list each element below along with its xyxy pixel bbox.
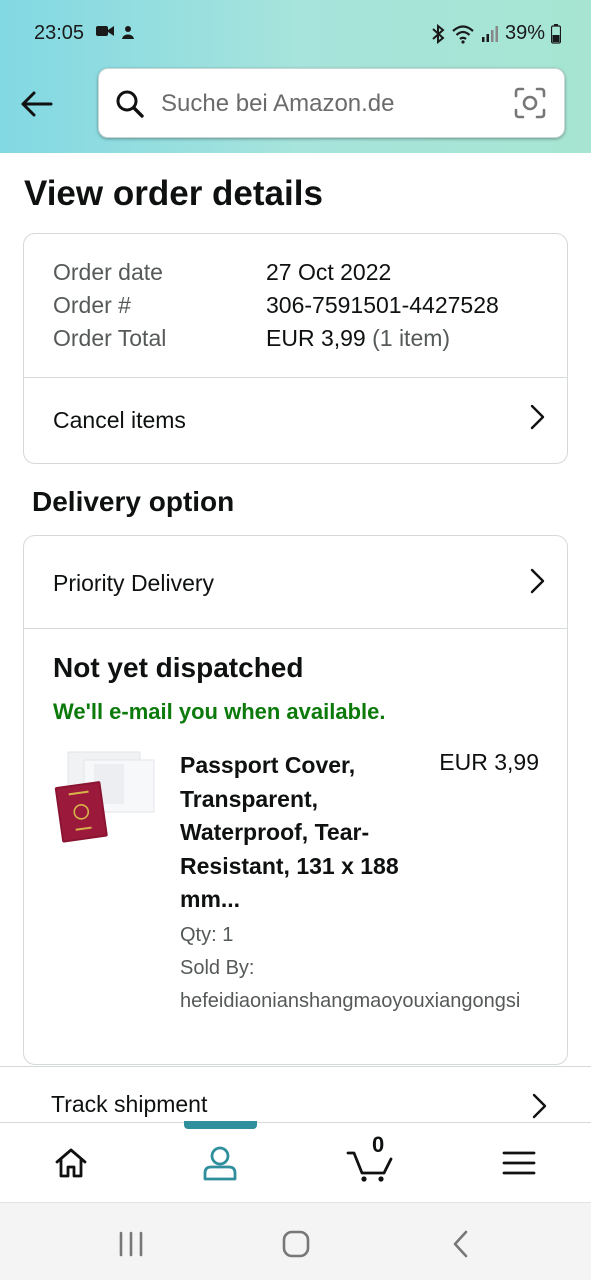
home-circle-icon bbox=[282, 1230, 310, 1258]
bottom-navigation: 0 bbox=[0, 1121, 591, 1202]
header-bar: 23:05 39% bbox=[0, 0, 591, 153]
nav-cart[interactable] bbox=[345, 1141, 395, 1185]
search-bar[interactable] bbox=[98, 68, 565, 138]
shipment-status-note: We'll e-mail you when available. bbox=[53, 699, 386, 724]
chevron-right-icon bbox=[530, 568, 545, 594]
passport-cover-image bbox=[54, 751, 155, 843]
delivery-option-heading: Delivery option bbox=[32, 486, 235, 517]
cart-icon bbox=[346, 1151, 393, 1182]
nav-account[interactable] bbox=[198, 1141, 242, 1185]
divider bbox=[24, 628, 567, 629]
cart-count-badge: 0 bbox=[372, 1132, 385, 1157]
home-icon bbox=[55, 1148, 87, 1178]
priority-delivery-label: Priority Delivery bbox=[53, 569, 215, 596]
chevron-left-icon bbox=[453, 1230, 468, 1258]
battery-percent: 39% bbox=[504, 22, 545, 44]
system-back-button[interactable] bbox=[444, 1227, 478, 1261]
camera-scan-icon[interactable] bbox=[514, 87, 546, 119]
search-input[interactable] bbox=[161, 85, 501, 123]
active-tab-indicator bbox=[184, 1121, 257, 1129]
bluetooth-icon bbox=[432, 23, 445, 44]
notification-app-icon bbox=[122, 26, 134, 39]
chevron-right-icon bbox=[530, 404, 545, 430]
cancel-items-row[interactable]: Cancel items bbox=[24, 378, 567, 462]
order-summary: Order date 27 Oct 2022 Order # 306-75915… bbox=[53, 256, 499, 355]
seller-name[interactable]: hefeidiaonianshangmaoyouxiangongsi bbox=[180, 985, 520, 1018]
back-button[interactable] bbox=[16, 84, 56, 124]
track-shipment-label: Track shipment bbox=[51, 1091, 208, 1117]
chevron-right-icon bbox=[532, 1093, 547, 1119]
product-image[interactable] bbox=[52, 750, 156, 854]
cancel-items-label: Cancel items bbox=[53, 406, 186, 433]
hamburger-menu-icon bbox=[502, 1151, 536, 1175]
battery-icon bbox=[551, 23, 561, 44]
status-bar: 23:05 39% bbox=[0, 0, 591, 68]
product-quantity: Qty: 1 bbox=[180, 924, 234, 946]
order-date-label: Order date bbox=[53, 259, 163, 285]
signal-icon bbox=[481, 25, 498, 42]
order-number-label: Order # bbox=[53, 292, 131, 318]
home-button[interactable] bbox=[279, 1227, 313, 1261]
track-shipment-row[interactable]: Track shipment bbox=[0, 1066, 591, 1122]
wifi-icon bbox=[452, 24, 474, 44]
order-date-value: 27 Oct 2022 bbox=[266, 259, 392, 285]
recent-apps-icon bbox=[119, 1231, 143, 1257]
user-icon bbox=[203, 1146, 237, 1181]
shipment-status-title: Not yet dispatched bbox=[53, 652, 304, 683]
order-total-value: EUR 3,99 bbox=[266, 325, 366, 351]
order-item-count: (1 item) bbox=[372, 325, 451, 351]
product-title-link[interactable]: Passport Cover, Transparent, Waterproof,… bbox=[180, 749, 420, 917]
arrow-left-icon bbox=[21, 91, 53, 117]
page-title: View order details bbox=[24, 174, 323, 213]
order-total-label: Order Total bbox=[53, 325, 167, 351]
nav-home[interactable] bbox=[49, 1141, 93, 1185]
priority-delivery-row[interactable]: Priority Delivery bbox=[24, 538, 567, 628]
sold-by-label: Sold By: bbox=[180, 957, 255, 979]
video-call-icon bbox=[96, 26, 114, 36]
recent-apps-button[interactable] bbox=[114, 1227, 148, 1261]
system-navigation-bar bbox=[0, 1202, 591, 1280]
order-summary-card: Order date 27 Oct 2022 Order # 306-75915… bbox=[23, 233, 568, 464]
delivery-card: Priority Delivery Not yet dispatched We'… bbox=[23, 535, 568, 1065]
product-price: EUR 3,99 bbox=[439, 749, 539, 775]
status-time: 23:05 bbox=[34, 22, 85, 44]
search-icon[interactable] bbox=[115, 89, 145, 119]
order-number-value: 306-7591501-4427528 bbox=[266, 292, 499, 318]
nav-menu[interactable] bbox=[497, 1141, 541, 1185]
product-meta: Qty: 1 Sold By: hefeidiaonianshangmaoyou… bbox=[180, 919, 520, 1018]
